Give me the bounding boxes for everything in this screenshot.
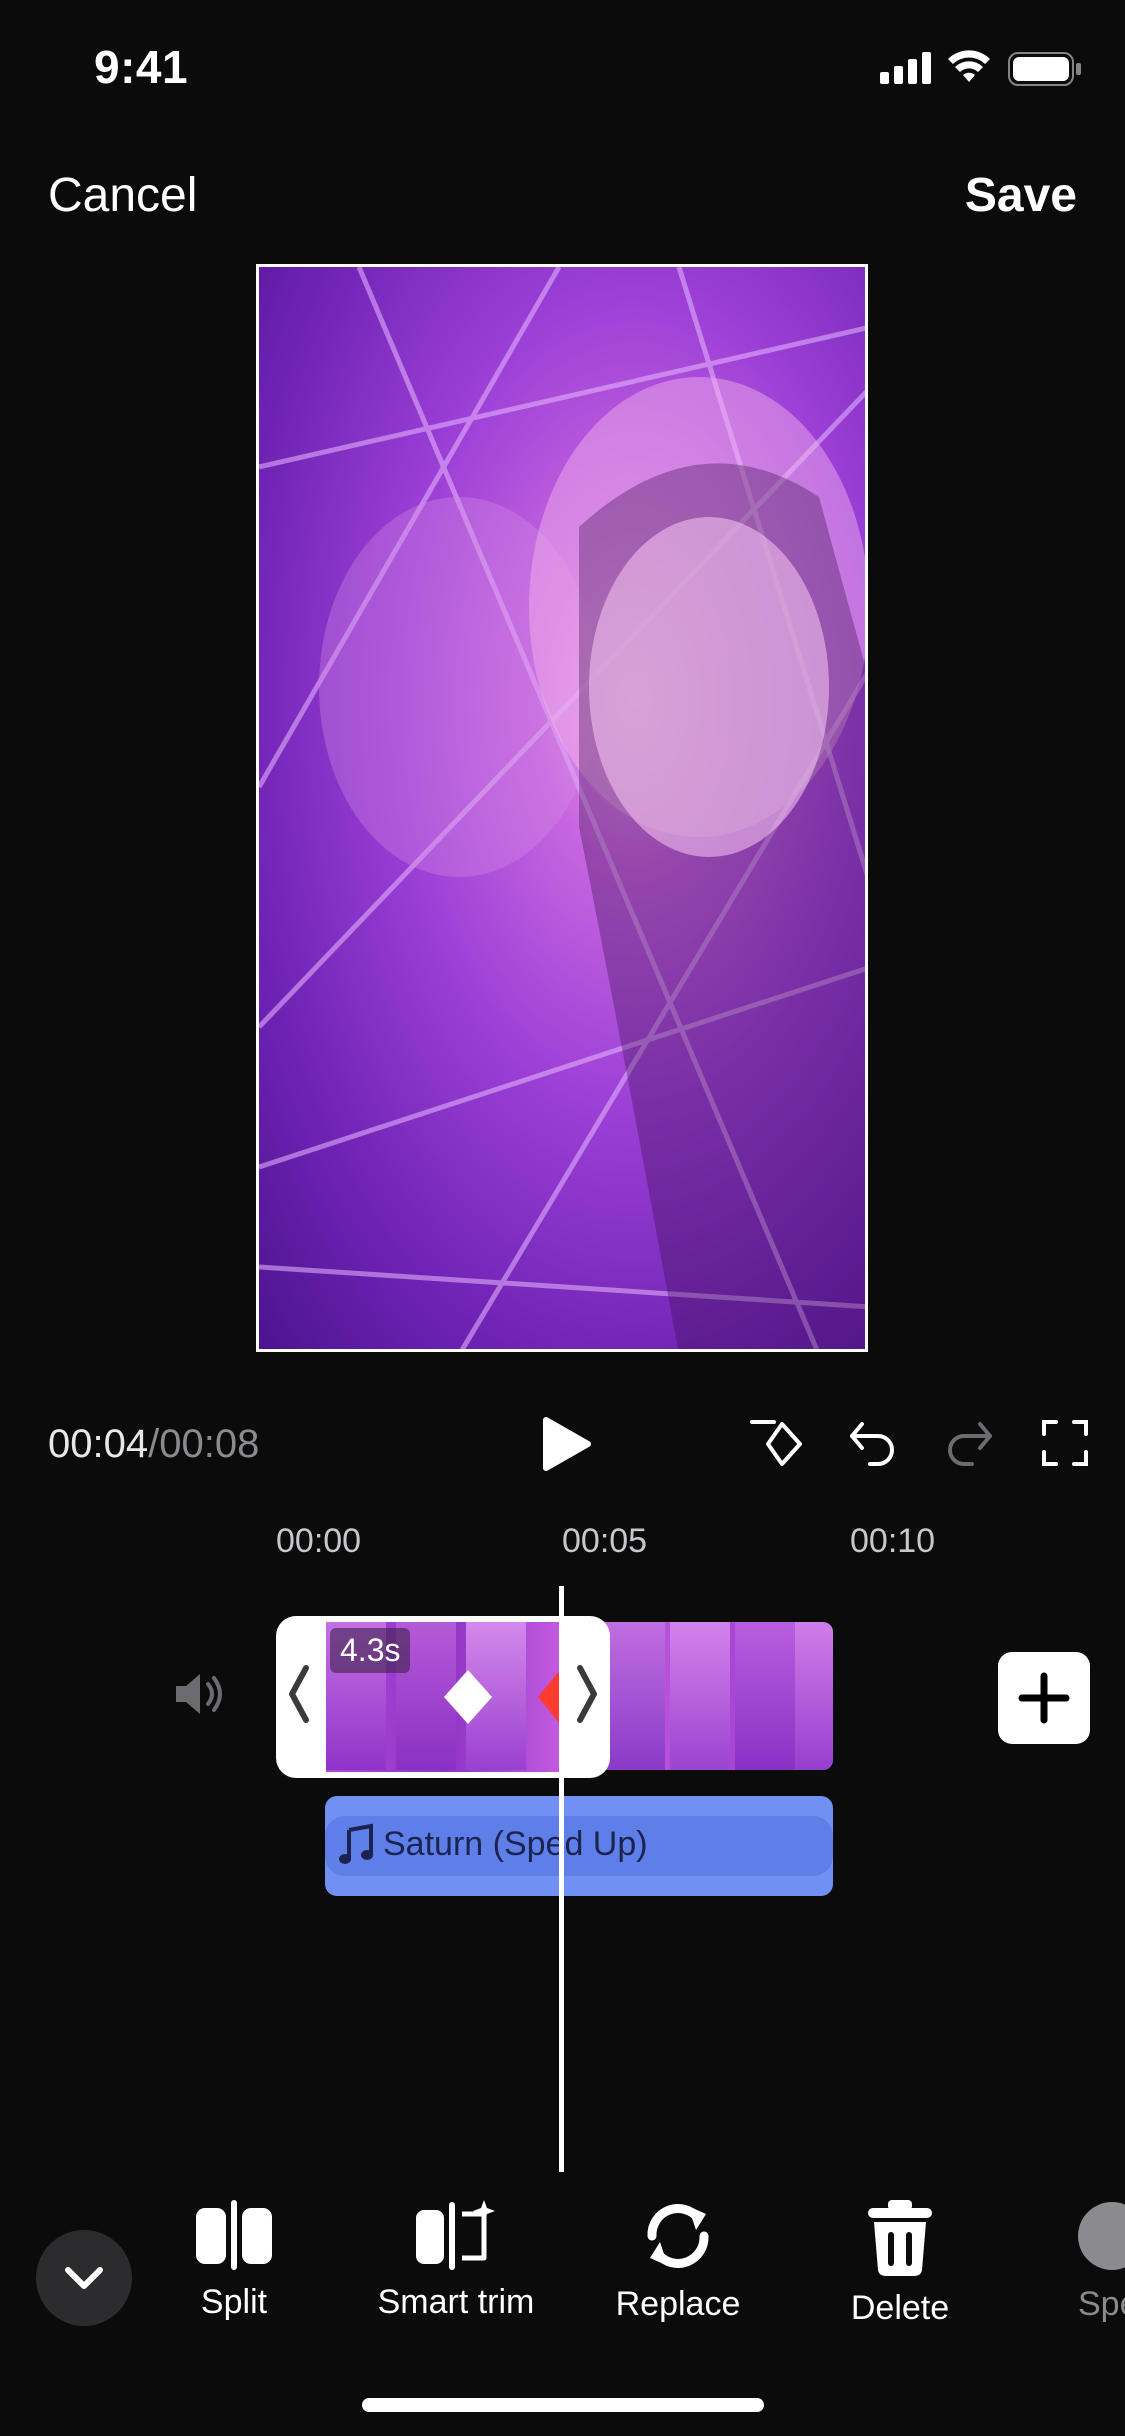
cancel-button[interactable]: Cancel xyxy=(48,168,197,223)
clip-duration-badge: 4.3s xyxy=(330,1628,411,1673)
music-note-icon xyxy=(339,1822,375,1866)
trash-icon xyxy=(868,2200,932,2276)
audio-track-label: Saturn (Sped Up) xyxy=(383,1824,648,1863)
current-time: 00:04 xyxy=(48,1422,149,1466)
split-label: Split xyxy=(200,2283,268,2321)
play-icon[interactable] xyxy=(540,1416,594,1477)
split-icon xyxy=(196,2200,272,2270)
redo-icon[interactable] xyxy=(944,1418,994,1473)
save-button[interactable]: Save xyxy=(965,168,1077,223)
chevron-down-icon xyxy=(65,2267,103,2289)
delete-button[interactable]: Delete xyxy=(800,2200,1000,2328)
speed-label: Spe xyxy=(1078,2285,1125,2323)
delete-label: Delete xyxy=(850,2289,950,2327)
replace-label: Replace xyxy=(615,2285,741,2323)
total-time: 00:08 xyxy=(159,1422,260,1466)
collapse-toolbar-button[interactable] xyxy=(36,2230,132,2326)
ruler-label-10: 00:10 xyxy=(850,1522,936,1560)
replace-icon xyxy=(647,2204,709,2268)
speed-icon xyxy=(1078,2202,1125,2270)
speed-button[interactable]: Spe xyxy=(1072,2200,1125,2324)
replace-button[interactable]: Replace xyxy=(578,2200,778,2324)
smart-trim-label: Smart trim xyxy=(377,2283,535,2321)
smart-trim-button[interactable]: Smart trim xyxy=(356,2200,556,2322)
time-separator: / xyxy=(148,1422,160,1466)
trim-handle-right-icon[interactable] xyxy=(572,1664,602,1729)
wifi-icon xyxy=(946,48,992,89)
playhead[interactable] xyxy=(559,1586,564,2172)
smart-trim-icon xyxy=(416,2200,495,2270)
video-preview[interactable] xyxy=(256,264,868,1352)
undo-icon[interactable] xyxy=(848,1418,898,1473)
ruler-label-0: 00:00 xyxy=(276,1522,362,1560)
audio-track[interactable]: Saturn (Sped Up) xyxy=(325,1796,833,1896)
ruler-label-5: 00:05 xyxy=(562,1522,648,1560)
playback-time: 00:04/00:08 xyxy=(48,1422,259,1467)
home-indicator xyxy=(362,2398,764,2412)
keyframe-marker-icon[interactable] xyxy=(440,1666,496,1733)
trim-handle-left-icon[interactable] xyxy=(284,1664,314,1729)
keyframe-icon[interactable] xyxy=(748,1416,806,1477)
cellular-signal-icon xyxy=(880,52,932,89)
fullscreen-icon[interactable] xyxy=(1040,1418,1090,1473)
volume-icon[interactable] xyxy=(172,1668,228,1725)
plus-icon xyxy=(1018,1672,1070,1724)
battery-icon xyxy=(1008,52,1082,91)
status-time: 9:41 xyxy=(94,41,189,93)
split-button[interactable]: Split xyxy=(134,2200,334,2322)
add-clip-button[interactable] xyxy=(998,1652,1090,1744)
